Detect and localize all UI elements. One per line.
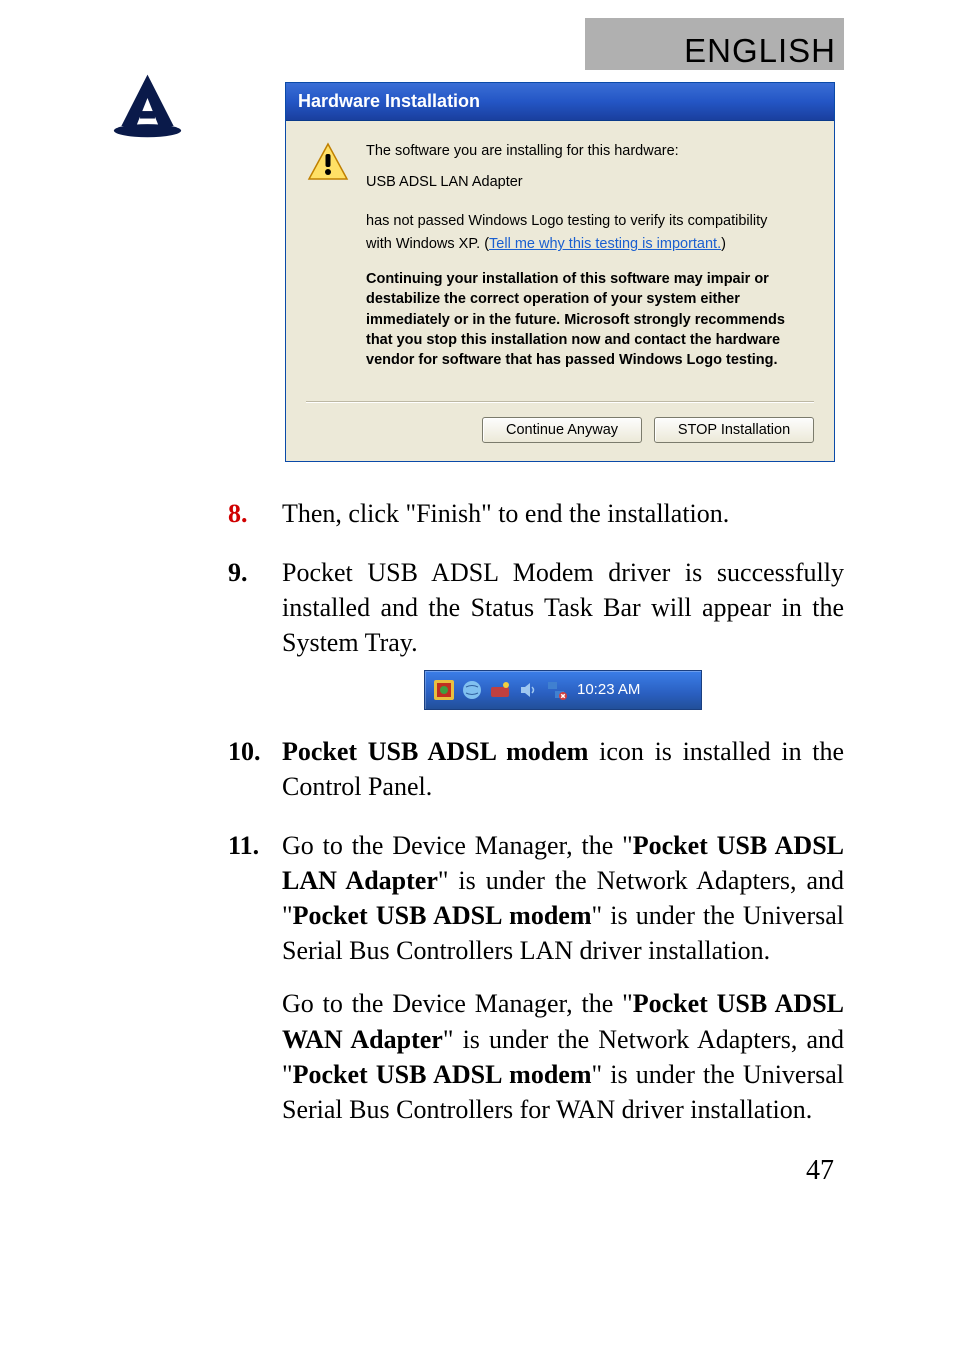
header-language-bar: ENGLISH: [585, 18, 844, 70]
step-8-text: Then, click "Finish" to end the installa…: [282, 496, 844, 531]
stop-installation-button[interactable]: STOP Installation: [654, 417, 814, 443]
step-10-bold: Pocket USB ADSL modem: [282, 737, 588, 766]
tray-clock: 10:23 AM: [577, 680, 640, 700]
step-10-number: 10.: [228, 734, 282, 804]
dialog-intro-text: The software you are installing for this…: [366, 141, 814, 162]
step-11-body: Go to the Device Manager, the "Pocket US…: [282, 828, 844, 968]
tray-network-icon: [545, 679, 567, 701]
tray-volume-icon: [517, 679, 539, 701]
tell-me-why-link[interactable]: Tell me why this testing is important.: [489, 236, 721, 252]
header-language: ENGLISH: [684, 32, 836, 70]
step-9-number: 9.: [228, 555, 282, 710]
step-11-number: 11.: [228, 828, 282, 968]
dialog-warning-bold: Continuing your installation of this sof…: [366, 269, 814, 370]
dialog-compat-line1: has not passed Windows Logo testing to v…: [366, 211, 814, 232]
page-number: 47: [110, 1155, 834, 1187]
tray-norton-icon: [433, 679, 455, 701]
step-11-paragraph-2: Go to the Device Manager, the "Pocket US…: [282, 986, 844, 1126]
warning-icon: [306, 141, 350, 185]
system-tray: 10:23 AM: [424, 670, 702, 710]
dialog-compat-line2: with Windows XP. (Tell me why this testi…: [366, 234, 814, 255]
step-9-body: Pocket USB ADSL Modem driver is successf…: [282, 555, 844, 710]
tray-modem-icon: [489, 679, 511, 701]
continue-anyway-button[interactable]: Continue Anyway: [482, 417, 642, 443]
tray-globe-icon: [461, 679, 483, 701]
step-9-text: Pocket USB ADSL Modem driver is successf…: [282, 558, 844, 657]
dialog-title: Hardware Installation: [286, 83, 834, 121]
hardware-installation-dialog: Hardware Installation The software you a…: [285, 82, 835, 462]
dialog-device-name: USB ADSL LAN Adapter: [366, 172, 814, 193]
brand-logo: [110, 70, 185, 140]
step-10-body: Pocket USB ADSL modem icon is installed …: [282, 734, 844, 804]
step-8-number: 8.: [228, 496, 282, 531]
